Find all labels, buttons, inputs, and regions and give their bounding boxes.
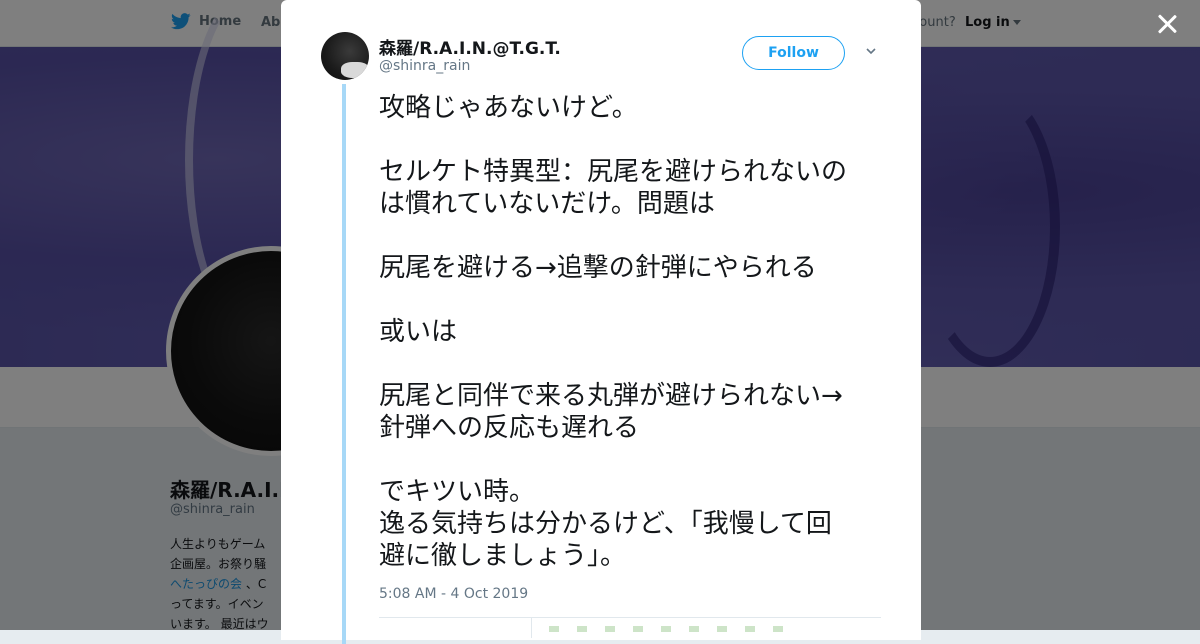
author-avatar[interactable]	[321, 32, 369, 80]
media-divider	[379, 617, 881, 618]
tweet-timestamp[interactable]: 5:08 AM - 4 Oct 2019	[379, 586, 528, 602]
media-preview[interactable]	[549, 626, 799, 632]
follow-button[interactable]: Follow	[742, 36, 845, 70]
author-handle[interactable]: @shinra_rain	[379, 58, 470, 74]
close-icon[interactable]	[1154, 12, 1180, 38]
tweet-text: 攻略じゃあないけど。 セルケト特異型：尻尾を避けられないの は慣れていないだけ。…	[379, 93, 848, 571]
chevron-down-icon[interactable]	[866, 46, 876, 56]
thread-line	[342, 84, 346, 644]
media-separator	[531, 618, 532, 638]
tweet-modal: 森羅/R.A.I.N.@T.G.T. @shinra_rain Follow 攻…	[281, 0, 921, 644]
author-name[interactable]: 森羅/R.A.I.N.@T.G.T.	[379, 34, 561, 59]
